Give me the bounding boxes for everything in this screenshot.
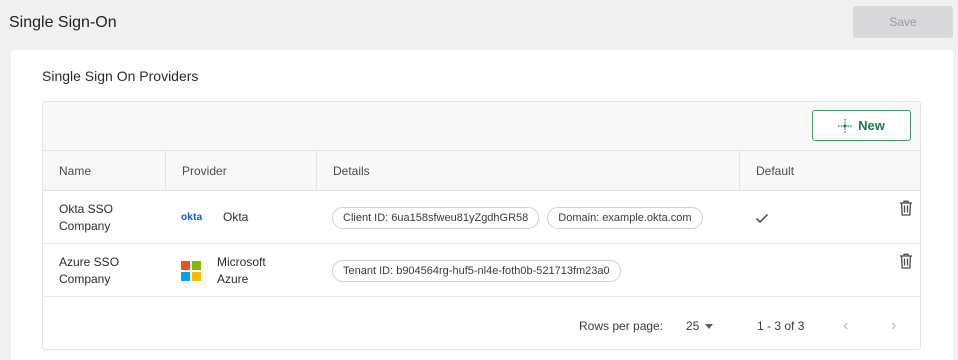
page-title: Single Sign-On [9,14,117,31]
checkmark-icon [756,213,768,223]
provider-type: Okta [223,210,249,224]
trash-icon[interactable] [899,200,913,216]
provider-type: Microsoft Azure [217,254,266,286]
table-row[interactable]: Okta SSO Company okta Okta Client ID: 6u… [43,191,920,244]
column-header-details[interactable]: Details [316,151,739,191]
okta-logo: okta [181,212,203,223]
rows-per-page-select[interactable]: 25 [686,319,714,333]
previous-page-icon[interactable]: ‹ [843,317,848,335]
provider-name: Azure SSO Company [59,254,120,286]
column-header-default[interactable]: Default [739,151,920,191]
next-page-icon[interactable]: › [891,317,896,335]
detail-chip: Client ID: 6ua158sfweu81yZgdhGR58 [332,206,540,229]
card-title: Single Sign On Providers [42,68,199,84]
save-button[interactable]: Save [853,6,953,38]
detail-chip: Domain: example.okta.com [547,206,703,229]
provider-name: Okta SSO Company [59,201,114,233]
add-icon [838,118,853,133]
column-header-name[interactable]: Name [43,151,165,191]
table-row[interactable]: Azure SSO Company Microsoft Azure Tenant… [43,244,920,297]
caret-down-icon [705,323,714,329]
new-provider-button[interactable]: New [812,110,911,141]
trash-icon[interactable] [899,253,913,269]
detail-chip: Tenant ID: b904564rg-huf5-nl4e-foth0b-52… [332,259,621,282]
table-toolbar: New [43,102,920,151]
rows-per-page-label: Rows per page: [579,319,664,333]
pagination-bar: Rows per page: 25 1 - 3 of 3 ‹ › [31,307,910,341]
new-button-label: New [858,118,885,133]
pagination-range: 1 - 3 of 3 [757,319,805,333]
column-header-provider[interactable]: Provider [165,151,316,191]
table-header: Name Provider Details Default [43,151,920,191]
microsoft-logo-icon [181,260,201,281]
